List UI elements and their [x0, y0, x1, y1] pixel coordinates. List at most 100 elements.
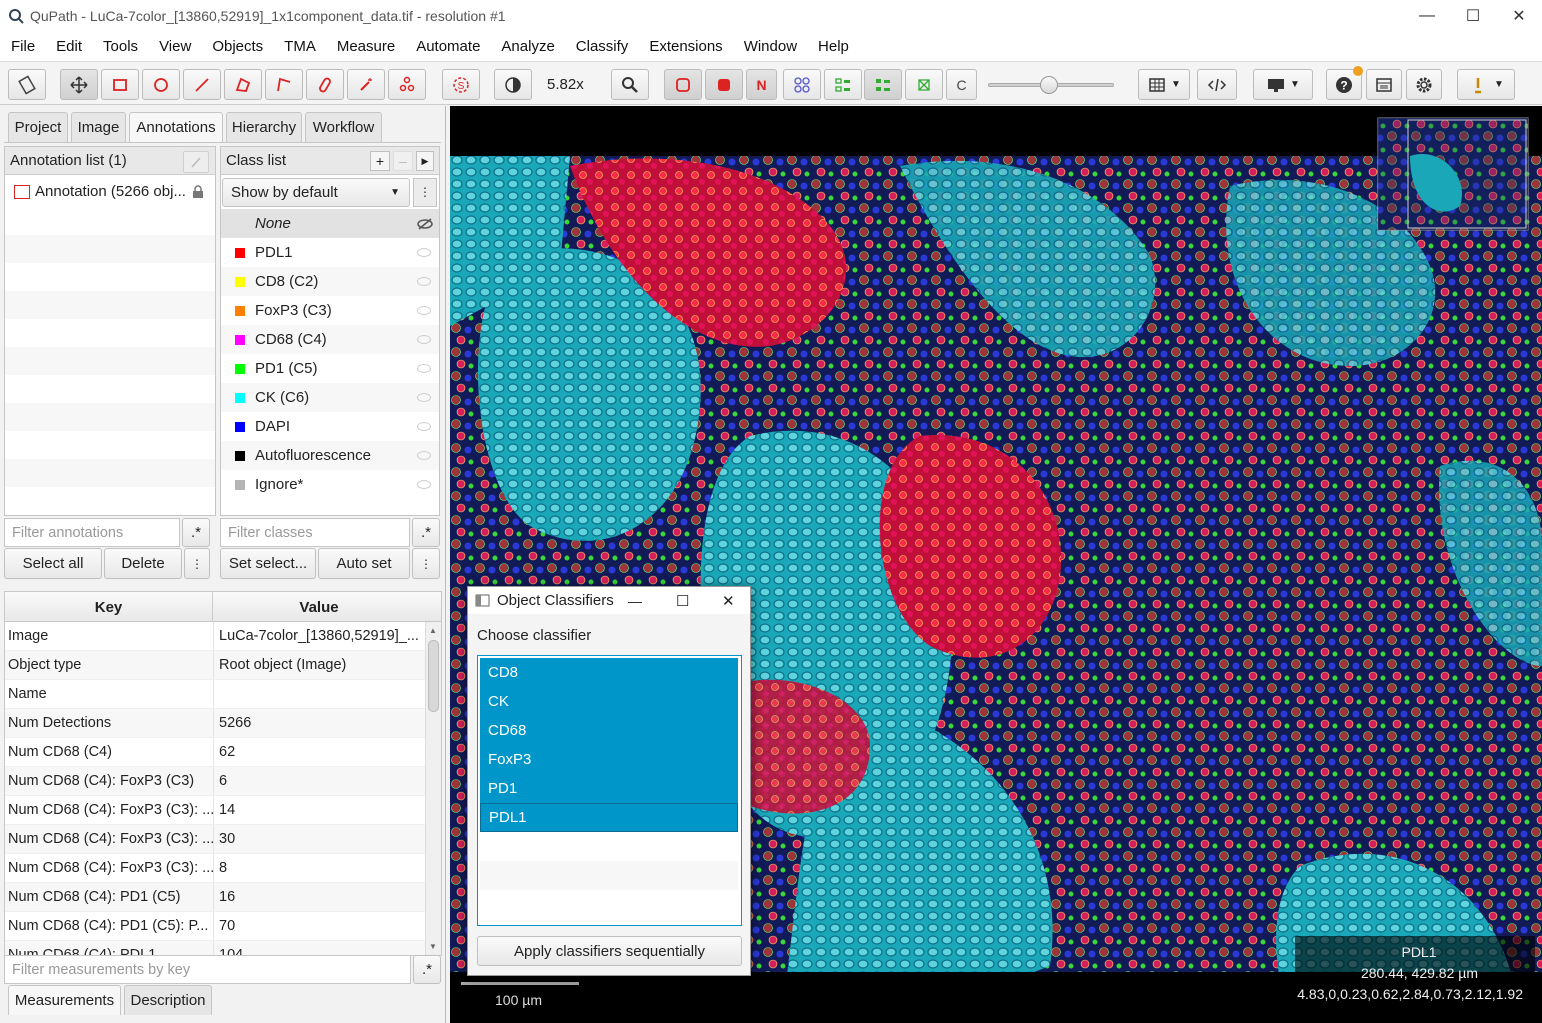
table-row[interactable]: Num CD68 (C4): PD1 (C5): P... 70	[5, 912, 425, 941]
classifier-item-cd8[interactable]: CD8	[480, 658, 738, 687]
class-item[interactable]: PD1 (C5)	[221, 354, 439, 383]
log-button[interactable]	[1366, 69, 1402, 100]
filter-classes-input[interactable]: Filter classes	[220, 518, 410, 547]
show-tma-grid-button[interactable]	[783, 69, 821, 100]
dialog-minimize-button[interactable]: —	[628, 593, 642, 609]
delete-button[interactable]: Delete	[104, 548, 182, 579]
wand-tool-button[interactable]	[347, 69, 385, 100]
measurement-regex-button[interactable]: .*	[413, 955, 441, 984]
class-visibility-dropdown[interactable]: Show by default ▼	[222, 178, 410, 207]
table-row[interactable]: Num CD68 (C4): PDL1 104	[5, 941, 425, 955]
menu-view[interactable]: View	[148, 38, 201, 55]
analysis-pane-toggle-button[interactable]	[8, 69, 46, 100]
table-row[interactable]: Num CD68 (C4): PD1 (C5) 16	[5, 883, 425, 912]
fill-detections-button[interactable]	[864, 69, 902, 100]
filter-measurements-input[interactable]: Filter measurements by key	[4, 955, 411, 984]
select-all-button[interactable]: Select all	[4, 548, 102, 579]
tab-description[interactable]: Description	[124, 985, 212, 1015]
class-item[interactable]: PDL1	[221, 238, 439, 267]
classifier-item-pd1[interactable]: PD1	[480, 774, 738, 803]
key-column-header[interactable]: Key	[5, 592, 213, 622]
polyline-tool-button[interactable]	[265, 69, 303, 100]
class-item[interactable]: DAPI	[221, 412, 439, 441]
class-item-none[interactable]: None	[221, 209, 439, 238]
table-row[interactable]: Name	[5, 680, 425, 709]
menu-analyze[interactable]: Analyze	[490, 38, 564, 55]
extensions-menu-button[interactable]: ▼	[1457, 69, 1515, 100]
menu-tools[interactable]: Tools	[92, 38, 148, 55]
table-row[interactable]: Image LuCa-7color_[13860,52919]_...	[5, 622, 425, 651]
table-row[interactable]: Num Detections 5266	[5, 709, 425, 738]
tab-workflow[interactable]: Workflow	[305, 112, 382, 142]
annotation-more-button[interactable]: ⋮	[184, 548, 210, 579]
class-item[interactable]: FoxP3 (C3)	[221, 296, 439, 325]
show-pixel-classification-button[interactable]: C	[946, 69, 977, 100]
menu-measure[interactable]: Measure	[326, 38, 405, 55]
line-tool-button[interactable]	[183, 69, 221, 100]
script-editor-button[interactable]	[1197, 69, 1237, 100]
menu-automate[interactable]: Automate	[405, 38, 490, 55]
filter-annotations-input[interactable]: Filter annotations	[4, 518, 180, 547]
vertical-scrollbar[interactable]: ▲ ▼	[425, 622, 441, 955]
table-row[interactable]: Num CD68 (C4) 62	[5, 738, 425, 767]
classifier-item-pdl1[interactable]: PDL1	[480, 803, 738, 832]
scroll-down-icon[interactable]: ▼	[429, 942, 437, 951]
class-item[interactable]: CD68 (C4)	[221, 325, 439, 354]
class-item[interactable]: Ignore*	[221, 470, 439, 499]
classifier-list[interactable]: CD8 CK CD68 FoxP3 PD1 PDL1	[477, 655, 742, 926]
table-row[interactable]: Num CD68 (C4): FoxP3 (C3) 6	[5, 767, 425, 796]
tab-hierarchy[interactable]: Hierarchy	[226, 112, 302, 142]
class-item[interactable]: CK (C6)	[221, 383, 439, 412]
table-row[interactable]: Num CD68 (C4): FoxP3 (C3): ... 14	[5, 796, 425, 825]
remove-class-button[interactable]: –	[393, 151, 413, 171]
auto-set-button[interactable]: Auto set	[318, 548, 410, 579]
class-item[interactable]: CD8 (C2)	[221, 267, 439, 296]
add-class-button[interactable]: +	[370, 151, 390, 171]
annotation-regex-button[interactable]: .*	[182, 518, 210, 547]
move-tool-button[interactable]	[60, 69, 98, 100]
dialog-close-button[interactable]: ✕	[722, 592, 735, 610]
menu-tma[interactable]: TMA	[273, 38, 326, 55]
show-detections-button[interactable]	[824, 69, 862, 100]
menu-help[interactable]: Help	[807, 38, 859, 55]
edit-annotation-button[interactable]	[183, 151, 209, 173]
maximize-button[interactable]: ☐	[1450, 0, 1496, 32]
tab-image[interactable]: Image	[71, 112, 126, 142]
show-connections-button[interactable]	[905, 69, 943, 100]
show-annotations-button[interactable]	[664, 69, 702, 100]
class-regex-button[interactable]: .*	[412, 518, 440, 547]
tab-measurements[interactable]: Measurements	[8, 985, 121, 1015]
class-options-button[interactable]: ⋮	[413, 178, 437, 207]
annotation-list-item[interactable]: Annotation (5266 obj...	[5, 177, 215, 206]
table-row[interactable]: Num CD68 (C4): FoxP3 (C3): ... 30	[5, 825, 425, 854]
menu-edit[interactable]: Edit	[45, 38, 92, 55]
table-row[interactable]: Object type Root object (Image)	[5, 651, 425, 680]
classifier-item-ck[interactable]: CK	[480, 687, 738, 716]
ellipse-tool-button[interactable]	[142, 69, 180, 100]
rectangle-tool-button[interactable]	[101, 69, 139, 100]
apply-classifiers-button[interactable]: Apply classifiers sequentially	[477, 936, 742, 966]
scroll-up-icon[interactable]: ▲	[429, 626, 437, 635]
tab-annotations[interactable]: Annotations	[129, 112, 223, 142]
opacity-slider-thumb[interactable]	[1040, 76, 1058, 94]
selection-mode-button[interactable]: S	[442, 69, 480, 100]
class-item[interactable]: Autofluorescence	[221, 441, 439, 470]
grid-menu-button[interactable]: ▼	[1138, 69, 1190, 100]
menu-window[interactable]: Window	[733, 38, 807, 55]
points-tool-button[interactable]	[388, 69, 426, 100]
value-column-header[interactable]: Value	[213, 592, 425, 622]
fill-annotations-button[interactable]	[705, 69, 743, 100]
menu-classify[interactable]: Classify	[565, 38, 639, 55]
dialog-maximize-button[interactable]: ☐	[676, 592, 689, 610]
viewer-menu-button[interactable]: ▼	[1253, 69, 1313, 100]
class-menu-button[interactable]: ▶	[416, 151, 434, 171]
classifier-item-cd68[interactable]: CD68	[480, 716, 738, 745]
classifier-item-foxp3[interactable]: FoxP3	[480, 745, 738, 774]
brightness-contrast-button[interactable]	[494, 69, 532, 100]
show-names-button[interactable]: N	[746, 69, 777, 100]
minimize-button[interactable]: —	[1404, 0, 1450, 32]
zoom-to-fit-button[interactable]	[611, 69, 649, 100]
brush-tool-button[interactable]	[306, 69, 344, 100]
menu-objects[interactable]: Objects	[201, 38, 273, 55]
scrollbar-thumb[interactable]	[428, 640, 439, 712]
